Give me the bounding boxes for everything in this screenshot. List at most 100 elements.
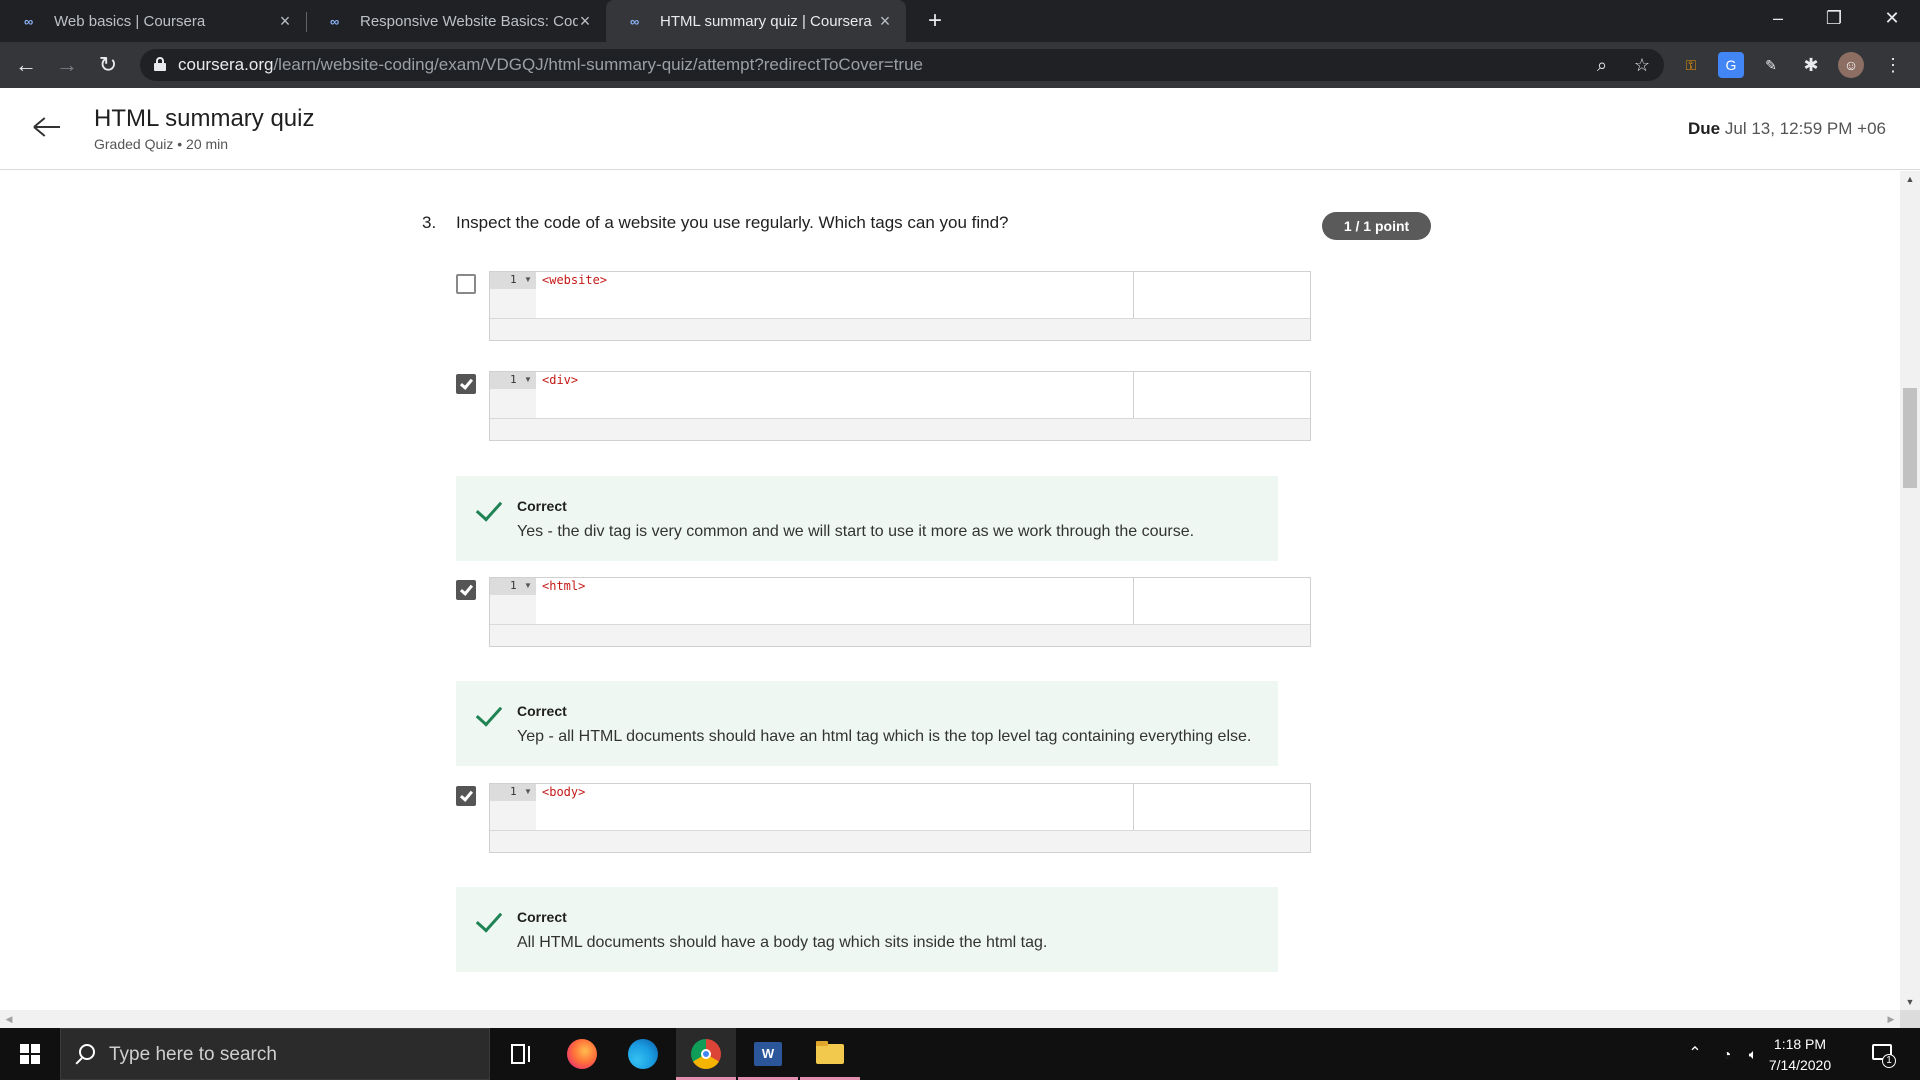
line-number: 1	[510, 579, 517, 592]
horizontal-scrollbar[interactable]: ◀ ▶	[0, 1010, 1900, 1028]
checkmark-icon	[475, 494, 503, 522]
feedback-text: All HTML documents should have a body ta…	[517, 934, 1048, 951]
fold-arrow-icon[interactable]: ▼	[524, 373, 532, 387]
scroll-down-icon[interactable]: ▼	[1900, 994, 1920, 1010]
line-number: 1	[510, 785, 517, 798]
scroll-up-icon[interactable]: ▲	[1900, 171, 1920, 187]
checkmark-icon	[475, 905, 503, 933]
new-tab-button[interactable]: +	[922, 8, 948, 34]
code-editor: 1 ▼ <body>	[489, 783, 1311, 853]
notification-count: 1	[1882, 1054, 1896, 1068]
page-title: HTML summary quiz	[94, 105, 315, 132]
star-icon[interactable]: ☆	[1628, 49, 1656, 81]
answer-checkbox[interactable]	[456, 786, 476, 806]
url-text[interactable]: coursera.org/learn/website-coding/exam/V…	[178, 49, 923, 81]
feedback-text: Yep - all HTML documents should have an …	[517, 728, 1252, 745]
windows-taskbar: Type here to search W ⌃ ◔ 🔈︎ 1:18 PM 7/1…	[0, 1028, 1920, 1080]
firefox-icon[interactable]	[553, 1028, 613, 1080]
extension-icon[interactable]: ✎	[1758, 52, 1784, 78]
checkmark-icon	[459, 582, 474, 596]
tab-label: Web basics | Coursera	[54, 12, 206, 30]
answer-checkbox[interactable]	[456, 580, 476, 600]
vertical-scrollbar[interactable]: ▲ ▼	[1900, 171, 1920, 1010]
coursera-icon: ∞	[24, 13, 33, 29]
system-clock[interactable]: 1:18 PM 7/14/2020	[1760, 1034, 1840, 1076]
edge-icon[interactable]	[614, 1028, 674, 1080]
fold-arrow-icon[interactable]: ▼	[524, 785, 532, 799]
feedback-correct: Correct All HTML documents should have a…	[456, 887, 1278, 972]
zoom-icon[interactable]: ⌕	[1588, 49, 1616, 81]
line-gutter: 1 ▼	[490, 784, 536, 830]
close-icon[interactable]: ×	[876, 12, 894, 30]
answer-option: 1 ▼ <div>	[456, 371, 1311, 441]
reload-icon[interactable]: ↻	[94, 51, 122, 79]
points-badge: 1 / 1 point	[1322, 212, 1431, 240]
clock-date: 7/14/2020	[1768, 1057, 1832, 1073]
answer-checkbox[interactable]	[456, 274, 476, 294]
close-icon[interactable]: ×	[576, 12, 594, 30]
feedback-correct: Correct Yes - the div tag is very common…	[456, 476, 1278, 561]
network-icon[interactable]: ◔	[1716, 1028, 1738, 1080]
code-line: <body>	[542, 785, 586, 799]
word-icon[interactable]: W	[738, 1028, 798, 1080]
tab-responsive-website-basics[interactable]: ∞ Responsive Website Basics: Code ×	[306, 0, 606, 42]
code-editor: 1 ▼ <website>	[489, 271, 1311, 341]
answer-checkbox[interactable]	[456, 374, 476, 394]
line-gutter: 1 ▼	[490, 578, 536, 624]
quiz-header: HTML summary quiz Graded Quiz • 20 min D…	[0, 88, 1920, 170]
back-icon[interactable]: ←	[12, 51, 40, 79]
feedback-label: Correct	[517, 909, 567, 925]
fold-arrow-icon[interactable]: ▼	[524, 273, 532, 287]
answer-option: 1 ▼ <html>	[456, 577, 1311, 647]
file-explorer-icon[interactable]	[800, 1028, 860, 1080]
menu-icon[interactable]: ⋮	[1880, 52, 1906, 78]
due-date: Due Jul 13, 12:59 PM +06	[1688, 119, 1886, 138]
show-hidden-icons-icon[interactable]: ⌃	[1684, 1028, 1706, 1080]
restore-icon[interactable]: ❐	[1806, 0, 1862, 36]
coursera-icon: ∞	[630, 13, 639, 29]
answer-option: 1 ▼ <website>	[456, 271, 1311, 341]
line-number: 1	[510, 273, 517, 286]
puzzle-extensions-icon[interactable]: ✱	[1798, 52, 1824, 78]
minimize-icon[interactable]: –	[1750, 0, 1806, 36]
browser-toolbar: ← → ↻ coursera.org/learn/website-coding/…	[0, 42, 1920, 88]
code-line: <html>	[542, 579, 586, 593]
extension-key-icon[interactable]: ⚿	[1678, 52, 1704, 78]
close-window-icon[interactable]: ✕	[1864, 0, 1920, 36]
taskbar-search-box[interactable]: Type here to search	[60, 1028, 490, 1080]
feedback-text: Yes - the div tag is very common and we …	[517, 523, 1195, 540]
address-bar[interactable]: coursera.org/learn/website-coding/exam/V…	[140, 49, 1664, 81]
line-gutter: 1 ▼	[490, 372, 536, 418]
checkmark-icon	[459, 376, 474, 390]
feedback-correct: Correct Yep - all HTML documents should …	[456, 681, 1278, 766]
checkmark-icon	[475, 699, 503, 727]
fold-arrow-icon[interactable]: ▼	[524, 579, 532, 593]
code-editor: 1 ▼ <div>	[489, 371, 1311, 441]
tab-html-summary-quiz[interactable]: ∞ HTML summary quiz | Coursera ×	[606, 0, 906, 42]
profile-avatar[interactable]: ☺	[1838, 52, 1864, 78]
tab-web-basics[interactable]: ∞ Web basics | Coursera ×	[0, 0, 306, 42]
browser-tab-strip: ∞ Web basics | Coursera × ∞ Responsive W…	[0, 0, 1920, 42]
windows-start-icon[interactable]	[0, 1028, 60, 1080]
scrollbar-thumb[interactable]	[1903, 388, 1917, 488]
scroll-left-icon[interactable]: ◀	[0, 1010, 18, 1028]
code-editor: 1 ▼ <html>	[489, 577, 1311, 647]
feedback-label: Correct	[517, 498, 567, 514]
back-arrow-icon[interactable]	[32, 112, 62, 142]
feedback-label: Correct	[517, 703, 567, 719]
lock-icon[interactable]	[154, 57, 166, 71]
quiz-content: 3. Inspect the code of a website you use…	[0, 171, 1900, 1010]
chrome-icon[interactable]	[676, 1028, 736, 1080]
line-number: 1	[510, 373, 517, 386]
line-gutter: 1 ▼	[490, 272, 536, 318]
scrollbar-corner	[1900, 1010, 1920, 1028]
scroll-right-icon[interactable]: ▶	[1882, 1010, 1900, 1028]
forward-icon[interactable]: →	[53, 51, 81, 79]
question-number: 3.	[422, 213, 437, 232]
coursera-icon: ∞	[330, 13, 339, 29]
tab-label: Responsive Website Basics: Code	[360, 12, 578, 30]
translate-extension-icon[interactable]: G	[1718, 52, 1744, 78]
close-icon[interactable]: ×	[276, 12, 294, 30]
task-view-icon[interactable]	[490, 1028, 550, 1080]
quiz-subtitle: Graded Quiz • 20 min	[94, 136, 229, 152]
